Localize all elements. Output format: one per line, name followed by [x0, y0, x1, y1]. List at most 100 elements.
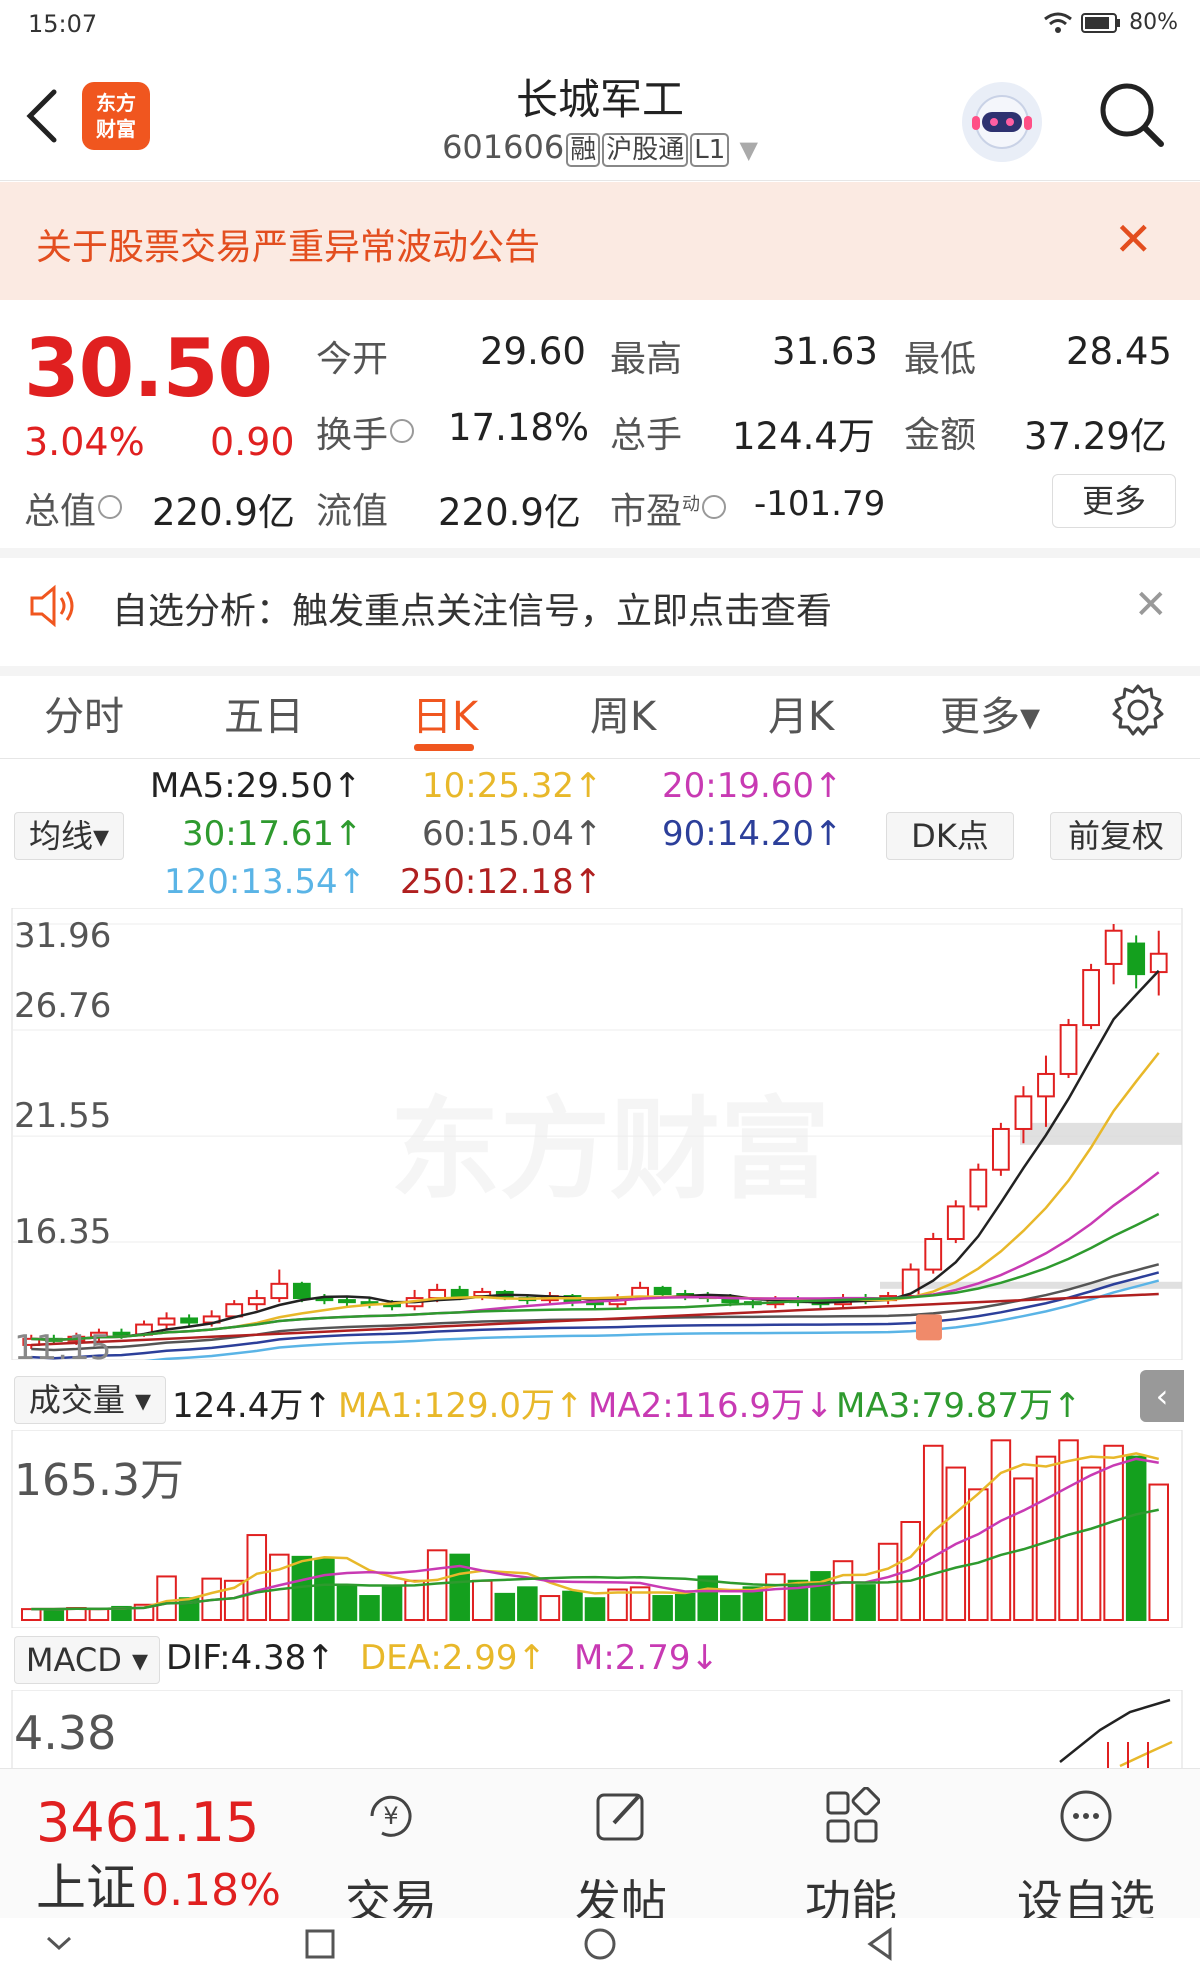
- pe-label-text: 市盈: [610, 491, 683, 532]
- self-select-analysis-bar[interactable]: 自选分析：触发重点关注信号，立即点击查看 ✕: [0, 548, 1200, 676]
- settings-gear-icon[interactable]: [1110, 682, 1166, 738]
- volume-bar: [1058, 1439, 1079, 1622]
- volume-bar: [381, 1586, 403, 1621]
- chevron-down-icon[interactable]: [44, 1928, 74, 1958]
- candle-body: [1014, 1095, 1033, 1130]
- pe-label: 市盈动: [610, 482, 727, 534]
- info-icon[interactable]: [98, 495, 123, 519]
- volume-bar: [832, 1560, 854, 1621]
- high-value: 31.63: [772, 330, 878, 373]
- info-icon[interactable]: [702, 495, 727, 519]
- home-icon[interactable]: [582, 1926, 618, 1962]
- volume-value: 124.4万: [732, 415, 875, 458]
- index-pct: 0.18%: [141, 1865, 281, 1916]
- stock-header: 东方 财富 长城军工 601606 融沪股通 L1 ▼: [0, 48, 1200, 181]
- y-axis-label: 26.76: [14, 986, 112, 1026]
- tab-weekly-k[interactable]: 周K: [590, 684, 656, 742]
- macd-dea-label: DEA:2.99↑: [360, 1638, 546, 1678]
- collapse-arrow-icon[interactable]: ‹: [1140, 1370, 1184, 1422]
- volume-bar: [1148, 1483, 1169, 1622]
- dk-point-button[interactable]: DK点: [886, 812, 1014, 860]
- volume-bar: [652, 1595, 673, 1622]
- change-percent: 3.04%: [24, 420, 145, 464]
- close-icon[interactable]: ✕: [1114, 212, 1153, 266]
- more-quote-button[interactable]: 更多: [1052, 474, 1176, 528]
- candle-body: [1037, 1072, 1055, 1098]
- volume-bar: [765, 1573, 786, 1621]
- back-triangle-icon[interactable]: [864, 1926, 896, 1962]
- ma20-label: 20:19.60↑: [662, 766, 843, 806]
- candle-body: [428, 1288, 447, 1300]
- float-label: 流值: [316, 491, 389, 532]
- volume-bar: [562, 1590, 583, 1621]
- stock-code: 601606: [442, 128, 565, 166]
- macd-chart[interactable]: [0, 1690, 1200, 1768]
- macd-max-label: 4.38: [14, 1706, 117, 1760]
- volume-bar: [1035, 1455, 1057, 1622]
- tag-level: L1: [690, 133, 730, 167]
- volume-bar: [517, 1586, 538, 1621]
- pe-sup: 动: [682, 494, 701, 515]
- search-icon[interactable]: [1095, 78, 1167, 150]
- volume-bar: [674, 1592, 696, 1621]
- recents-icon[interactable]: [304, 1928, 336, 1960]
- tab-intraday[interactable]: 分时: [44, 684, 124, 742]
- volume-bar: [968, 1488, 989, 1622]
- mktcap-value: 220.9亿: [152, 491, 295, 534]
- tag-connect: 沪股通: [602, 133, 689, 167]
- open-label: 今开: [316, 339, 389, 380]
- volume-selector[interactable]: 成交量 ▾: [14, 1376, 166, 1424]
- volume-bar: [449, 1553, 470, 1621]
- turnover-label-text: 换手: [316, 415, 389, 456]
- ma5-label: MA5:29.50↑: [150, 766, 362, 806]
- info-icon[interactable]: [390, 419, 415, 443]
- robot-assistant-icon[interactable]: [962, 82, 1042, 162]
- candle-body: [946, 1205, 965, 1240]
- turnover-label: 换手: [316, 406, 415, 458]
- candle-body: [338, 1299, 356, 1304]
- candle-body: [1104, 929, 1123, 965]
- ma60-label: 60:15.04↑: [422, 814, 603, 854]
- close-icon[interactable]: ✕: [1134, 582, 1168, 628]
- volume-bar: [43, 1608, 65, 1621]
- trade-button[interactable]: ¥ 交易: [316, 1787, 466, 1932]
- index-value: 3461.15: [36, 1791, 260, 1854]
- announcement-text: 关于股票交易严重异常波动公告: [36, 227, 541, 268]
- add-watchlist-button[interactable]: 设自选: [1006, 1787, 1166, 1932]
- candle-body: [1149, 952, 1168, 974]
- volume-bar: [21, 1608, 42, 1621]
- function-button[interactable]: 功能: [776, 1786, 926, 1932]
- edit-icon: [596, 1793, 644, 1841]
- y-axis-label: 16.35: [14, 1212, 112, 1252]
- status-right: 80%: [1043, 10, 1178, 35]
- candle-body: [112, 1331, 131, 1336]
- volume-bar: [494, 1592, 516, 1621]
- tab-five-day[interactable]: 五日: [224, 684, 304, 742]
- chart-frame: [11, 1690, 1183, 1768]
- volume-label: 124.4万↑: [172, 1386, 332, 1426]
- tab-more[interactable]: 更多▾: [940, 684, 1040, 742]
- volume-bar: [88, 1608, 110, 1621]
- kline-chart[interactable]: [0, 908, 1200, 1360]
- low-value: 28.45: [1066, 330, 1172, 373]
- announcement-banner[interactable]: 关于股票交易严重异常波动公告 ✕: [0, 182, 1200, 300]
- status-bar: 15:07 80%: [0, 0, 1200, 48]
- turnover-value: 17.18%: [448, 406, 590, 449]
- price-adjust-button[interactable]: 前复权: [1050, 812, 1182, 860]
- macd-selector[interactable]: MACD ▾: [14, 1636, 160, 1684]
- volume-bar: [336, 1584, 358, 1621]
- tab-monthly-k[interactable]: 月K: [768, 684, 834, 742]
- volume-bar: [156, 1575, 177, 1621]
- battery-icon: [1081, 12, 1121, 33]
- svg-text:¥: ¥: [383, 1802, 398, 1830]
- candle-body: [270, 1282, 289, 1300]
- post-button[interactable]: 发帖: [546, 1787, 696, 1932]
- tab-daily-k[interactable]: 日K: [412, 684, 478, 742]
- tag-margin: 融: [566, 133, 601, 167]
- ma-selector[interactable]: 均线▾: [14, 812, 124, 860]
- change-amount: 0.90: [210, 420, 295, 464]
- battery-level: 80%: [1129, 10, 1178, 35]
- index-ticker[interactable]: 3461.15 上证 0.18%: [36, 1791, 281, 1920]
- index-name: 上证: [36, 1859, 136, 1917]
- macd-dif-label: DIF:4.38↑: [166, 1638, 335, 1678]
